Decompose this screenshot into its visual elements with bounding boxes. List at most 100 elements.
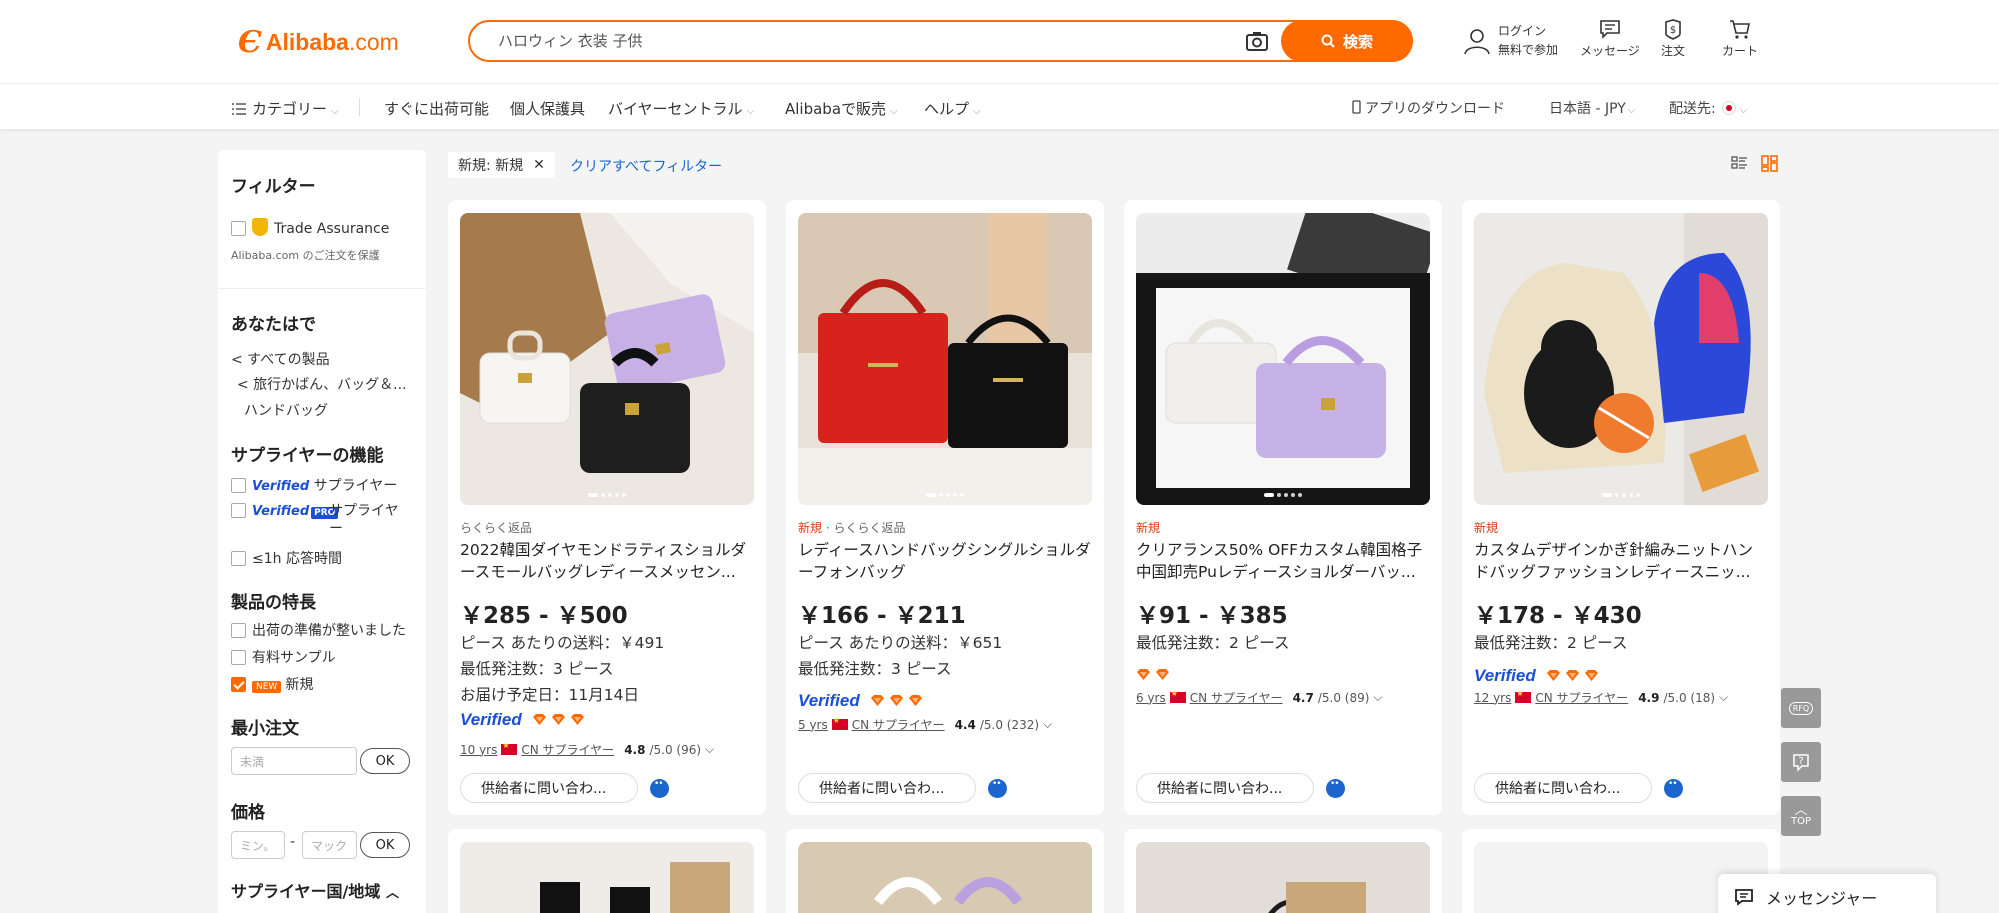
chat-icon[interactable] [650,779,669,798]
product-card[interactable]: らくらく返品 2022韓国ダイヤモンドラティスショルダースモールバッグレディース… [448,200,766,815]
messenger-panel[interactable]: メッセンジャー [1718,874,1936,913]
product-card[interactable] [786,829,1104,913]
price-ok-button[interactable]: OK [360,832,410,858]
response-time-filter[interactable]: ≤1h 応答時間 [231,548,342,568]
verified-supplier-checkbox[interactable] [231,478,246,493]
product-image[interactable] [798,213,1092,505]
paid-samples-filter[interactable]: 有料サンプル [231,647,336,667]
list-view-icon[interactable] [1731,155,1748,171]
nav-sell-on-alibaba[interactable]: Alibabaで販売 ⌵ [785,98,898,119]
product-card[interactable]: 新規 · らくらく返品 レディースハンドバッグシングルショルダーフォンバッグ ￥… [786,200,1104,815]
contact-supplier-button[interactable]: 供給者に問い合わ... [1136,773,1314,803]
verified-supplier-filter[interactable]: Verified サプライヤー [231,475,397,495]
product-card[interactable] [448,829,766,913]
chevron-down-icon[interactable]: ⌵ [705,742,714,757]
product-card[interactable]: 新規 クリアランス50% OFFカスタム韓国格子中国卸売Puレディースショルダー… [1124,200,1442,815]
contact-supplier-button[interactable]: 供給者に問い合わ... [798,773,976,803]
image-carousel-dots[interactable] [926,493,964,497]
trade-assurance-checkbox[interactable] [231,221,246,236]
ship-to-selector[interactable]: 配送先: ⌵ [1669,98,1747,118]
contact-supplier-button[interactable]: 供給者に問い合わ... [460,773,638,803]
chat-icon[interactable] [1326,779,1345,798]
easy-return-tag: らくらく返品 [833,521,906,535]
nav-help[interactable]: ヘルプ ⌵ [924,98,981,119]
handbags-category[interactable]: ハンドバッグ [244,400,328,420]
product-image[interactable] [798,842,1092,913]
ready-to-ship-filter[interactable]: 出荷の準備が整いました [231,620,406,640]
help-button[interactable]: ? [1781,742,1821,782]
trade-assurance-filter[interactable]: Trade Assurance [231,218,389,237]
nav-ready-to-ship[interactable]: すぐに出荷可能 [384,98,489,119]
search-button[interactable]: 検索 [1281,20,1413,62]
orders-link[interactable]: $ 注文 [1661,18,1685,59]
supplier-rating: 4.4 [954,717,976,732]
image-carousel-dots[interactable] [588,493,626,497]
price-max-input[interactable]: マック [302,831,357,859]
chevron-down-icon: ⌵ [1627,105,1636,116]
min-order-input[interactable]: 未満 [231,747,357,775]
product-image[interactable] [1136,213,1430,505]
cart-link[interactable]: カート [1722,18,1758,59]
new-filter[interactable]: NEW 新規 [231,674,313,694]
nav-ppe[interactable]: 個人保護具 [510,98,585,119]
product-image[interactable] [460,842,754,913]
region-filter-toggle[interactable]: サプライヤー国/地域 ︿ [231,878,399,902]
login-link[interactable]: ログイン [1498,22,1558,41]
verified-pro-checkbox[interactable] [231,503,246,518]
login-area[interactable]: ログイン 無料で参加 [1462,22,1558,60]
ready-to-ship-checkbox[interactable] [231,623,246,638]
response-time-checkbox[interactable] [231,551,246,566]
chevron-down-icon[interactable]: ⌵ [1043,717,1052,732]
contact-supplier-button[interactable]: 供給者に問い合わ... [1474,773,1652,803]
signup-link[interactable]: 無料で参加 [1498,41,1558,60]
chat-icon[interactable] [988,779,1007,798]
back-to-top-button[interactable]: ︿ TOP [1781,796,1821,836]
search-input[interactable] [498,31,1198,49]
supplier-country[interactable]: CN サプライヤー [1535,689,1628,706]
rfq-button[interactable]: RFQ [1781,688,1821,728]
product-image[interactable] [1136,842,1430,913]
product-card[interactable] [1124,829,1442,913]
supplier-country[interactable]: CN サプライヤー [852,716,945,733]
min-order-ok-button[interactable]: OK [360,748,410,774]
category-nav: カテゴリー ⌵ すぐに出荷可能 個人保護具 バイヤーセントラル ⌵ Alibabaで… [0,84,1999,129]
product-image[interactable] [1474,213,1768,505]
chevron-down-icon[interactable]: ⌵ [1373,690,1382,705]
product-title[interactable]: クリアランス50% OFFカスタム韓国格子中国卸売Puレディースショルダーバッ.… [1136,539,1430,583]
clear-all-filters-link[interactable]: クリアすべてフィルター [570,156,722,176]
grid-view-icon[interactable] [1761,155,1778,172]
chat-icon[interactable] [1664,779,1683,798]
language-selector[interactable]: 日本語 - JPY ⌵ [1549,98,1635,118]
supplier-country[interactable]: CN サプライヤー [1190,689,1283,706]
close-icon[interactable]: ✕ [533,157,545,173]
product-title[interactable]: レディースハンドバッグシングルショルダーフォンバッグ [798,539,1092,583]
image-carousel-dots[interactable] [1602,493,1640,497]
paid-samples-checkbox[interactable] [231,650,246,665]
new-checkbox[interactable] [231,677,246,692]
supplier-badges: Verified [798,691,923,711]
product-title[interactable]: カスタムデザインかぎ針編みニットハンドバッグファッションレディースニッ... [1474,539,1768,583]
product-card[interactable]: 新規 カスタムデザインかぎ針編みニットハンドバッグファッションレディースニッ..… [1462,200,1780,815]
image-carousel-dots[interactable] [1264,493,1302,497]
messages-link[interactable]: メッセージ [1580,18,1640,59]
camera-icon[interactable] [1245,30,1269,52]
user-icon [1464,29,1490,55]
app-download-link[interactable]: アプリのダウンロード [1352,98,1505,118]
search-button-label: 検索 [1342,32,1373,51]
supplier-years[interactable]: 12 yrs [1474,691,1511,705]
active-filter-chip[interactable]: 新規: 新規 ✕ [448,152,555,178]
travel-bags-link[interactable]: < 旅行かばん、バッグ＆... [237,374,407,394]
supplier-years[interactable]: 5 yrs [798,718,828,732]
supplier-country[interactable]: CN サプライヤー [521,741,614,758]
price-min-input[interactable]: ミン。 [231,831,285,859]
all-products-link[interactable]: < すべての製品 [231,349,330,369]
verified-pro-filter[interactable]: Verified PRO サプライヤ ー [231,502,399,537]
chevron-down-icon[interactable]: ⌵ [1719,690,1728,705]
supplier-years[interactable]: 6 yrs [1136,691,1166,705]
product-title[interactable]: 2022韓国ダイヤモンドラティスショルダースモールバッグレディースメッセン... [460,539,754,583]
supplier-years[interactable]: 10 yrs [460,743,497,757]
nav-categories[interactable]: カテゴリー ⌵ [232,98,339,119]
nav-buyer-central[interactable]: バイヤーセントラル ⌵ [608,98,754,119]
product-image[interactable] [460,213,754,505]
alibaba-logo[interactable]: Є Alibaba.com [238,24,399,60]
